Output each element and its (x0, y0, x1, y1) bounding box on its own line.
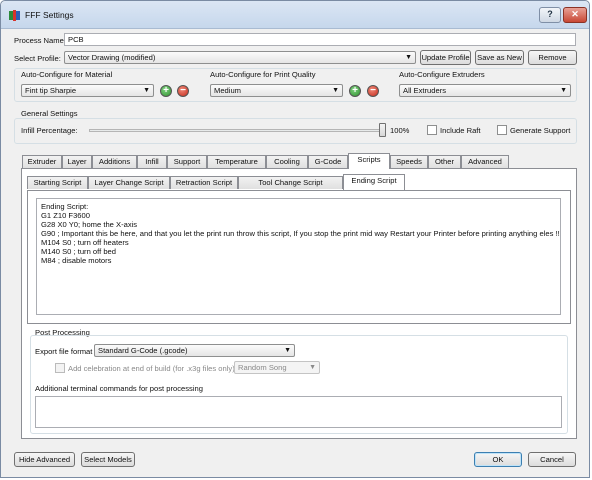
script-tab-bar: Starting Script Layer Change Script Retr… (27, 174, 567, 190)
script-line: G28 X0 Y0; home the X-axis (41, 220, 138, 229)
add-quality-button[interactable]: + (349, 85, 361, 97)
script-line: M104 S0 ; turn off heaters (41, 238, 129, 247)
export-format-select[interactable]: Standard G-Code (.gcode) ▼ (94, 344, 295, 357)
generate-support-checkbox[interactable] (497, 125, 507, 135)
add-material-button[interactable]: + (160, 85, 172, 97)
celebration-label: Add celebration at end of build (for .x3… (68, 364, 235, 373)
song-select[interactable]: Random Song ▼ (234, 361, 320, 374)
chevron-down-icon: ▼ (143, 87, 150, 94)
plus-icon: + (352, 85, 358, 96)
export-format-value: Standard G-Code (.gcode) (98, 346, 188, 355)
window-title: FFF Settings (25, 10, 74, 20)
tab-cooling[interactable]: Cooling (266, 155, 308, 168)
tab-temperature[interactable]: Temperature (207, 155, 266, 168)
include-raft-label: Include Raft (440, 126, 481, 135)
chevron-down-icon: ▼ (560, 87, 567, 94)
hide-advanced-button[interactable]: Hide Advanced (14, 452, 75, 467)
tab-additions[interactable]: Additions (92, 155, 137, 168)
tab-support[interactable]: Support (167, 155, 207, 168)
remove-profile-button[interactable]: Remove (528, 50, 577, 65)
chevron-down-icon: ▼ (405, 54, 412, 61)
profile-select[interactable]: Vector Drawing (modified) ▼ (64, 51, 416, 64)
chevron-down-icon: ▼ (309, 364, 316, 371)
script-tab-panel: Ending Script: G1 Z10 F3600 G28 X0 Y0; h… (27, 190, 571, 324)
profile-select-value: Vector Drawing (modified) (68, 53, 156, 62)
auto-material-label: Auto-Configure for Material (21, 70, 113, 79)
scripts-panel: Starting Script Layer Change Script Retr… (21, 168, 577, 439)
chevron-down-icon: ▼ (332, 87, 339, 94)
quality-select[interactable]: Medium ▼ (210, 84, 343, 97)
remove-quality-button[interactable]: − (367, 85, 379, 97)
material-select[interactable]: Fint tip Sharpie ▼ (21, 84, 154, 97)
terminal-commands-input[interactable] (35, 396, 562, 428)
terminal-commands-label: Additional terminal commands for post pr… (35, 384, 203, 393)
process-name-input[interactable]: PCB (64, 33, 576, 46)
material-select-value: Fint tip Sharpie (25, 86, 77, 95)
minus-icon: − (370, 85, 376, 96)
tab-advanced[interactable]: Advanced (461, 155, 509, 168)
save-as-new-button[interactable]: Save as New (475, 50, 524, 65)
process-name-label: Process Name: (14, 36, 66, 45)
export-format-label: Export file format (35, 347, 93, 356)
celebration-checkbox[interactable] (55, 363, 65, 373)
ending-script-editor[interactable]: Ending Script: G1 Z10 F3600 G28 X0 Y0; h… (36, 198, 561, 315)
fff-settings-window: FFF Settings ? ✕ Process Name: PCB Selec… (0, 0, 590, 478)
tab-layer-change-script[interactable]: Layer Change Script (88, 176, 170, 189)
general-settings-label: General Settings (21, 109, 78, 118)
tab-other[interactable]: Other (428, 155, 461, 168)
tab-extruder[interactable]: Extruder (22, 155, 62, 168)
tab-retraction-script[interactable]: Retraction Script (170, 176, 238, 189)
select-models-button[interactable]: Select Models (81, 452, 135, 467)
tab-starting-script[interactable]: Starting Script (27, 176, 88, 189)
infill-value: 100% (390, 126, 410, 135)
tab-ending-script[interactable]: Ending Script (343, 174, 405, 190)
update-profile-button[interactable]: Update Profile (420, 50, 471, 65)
app-icon (9, 10, 20, 21)
script-line: M84 ; disable motors (41, 256, 112, 265)
quality-select-value: Medium (214, 86, 242, 95)
include-raft-checkbox[interactable] (427, 125, 437, 135)
script-line: G90 ; Important this be here, and that y… (41, 229, 560, 238)
tab-tool-change-script[interactable]: Tool Change Script (238, 176, 343, 189)
cancel-button[interactable]: Cancel (528, 452, 576, 467)
extruders-select-value: All Extruders (403, 86, 447, 95)
tab-g-code[interactable]: G-Code (308, 155, 348, 168)
chevron-down-icon: ▼ (284, 347, 291, 354)
script-line: Ending Script: (41, 202, 89, 211)
ok-button[interactable]: OK (474, 452, 522, 467)
script-line: G1 Z10 F3600 (41, 211, 90, 220)
title-bar[interactable]: FFF Settings ? ✕ (1, 1, 589, 29)
auto-extruders-label: Auto-Configure Extruders (399, 70, 485, 79)
close-button[interactable]: ✕ (563, 7, 587, 23)
script-line: M140 S0 ; turn off bed (41, 247, 117, 256)
song-select-value: Random Song (238, 363, 287, 372)
infill-slider-thumb[interactable] (379, 123, 386, 137)
plus-icon: + (163, 85, 169, 96)
infill-percentage-label: Infill Percentage: (21, 126, 78, 135)
auto-quality-label: Auto-Configure for Print Quality (210, 70, 316, 79)
minus-icon: − (180, 85, 186, 96)
remove-material-button[interactable]: − (177, 85, 189, 97)
infill-slider-track[interactable] (89, 129, 385, 132)
tab-infill[interactable]: Infill (137, 155, 167, 168)
tab-speeds[interactable]: Speeds (390, 155, 428, 168)
generate-support-label: Generate Support (510, 126, 571, 135)
tab-scripts[interactable]: Scripts (348, 153, 390, 169)
select-profile-label: Select Profile: (14, 54, 61, 63)
help-button[interactable]: ? (539, 7, 561, 23)
extruders-select[interactable]: All Extruders ▼ (399, 84, 571, 97)
tab-layer[interactable]: Layer (62, 155, 92, 168)
